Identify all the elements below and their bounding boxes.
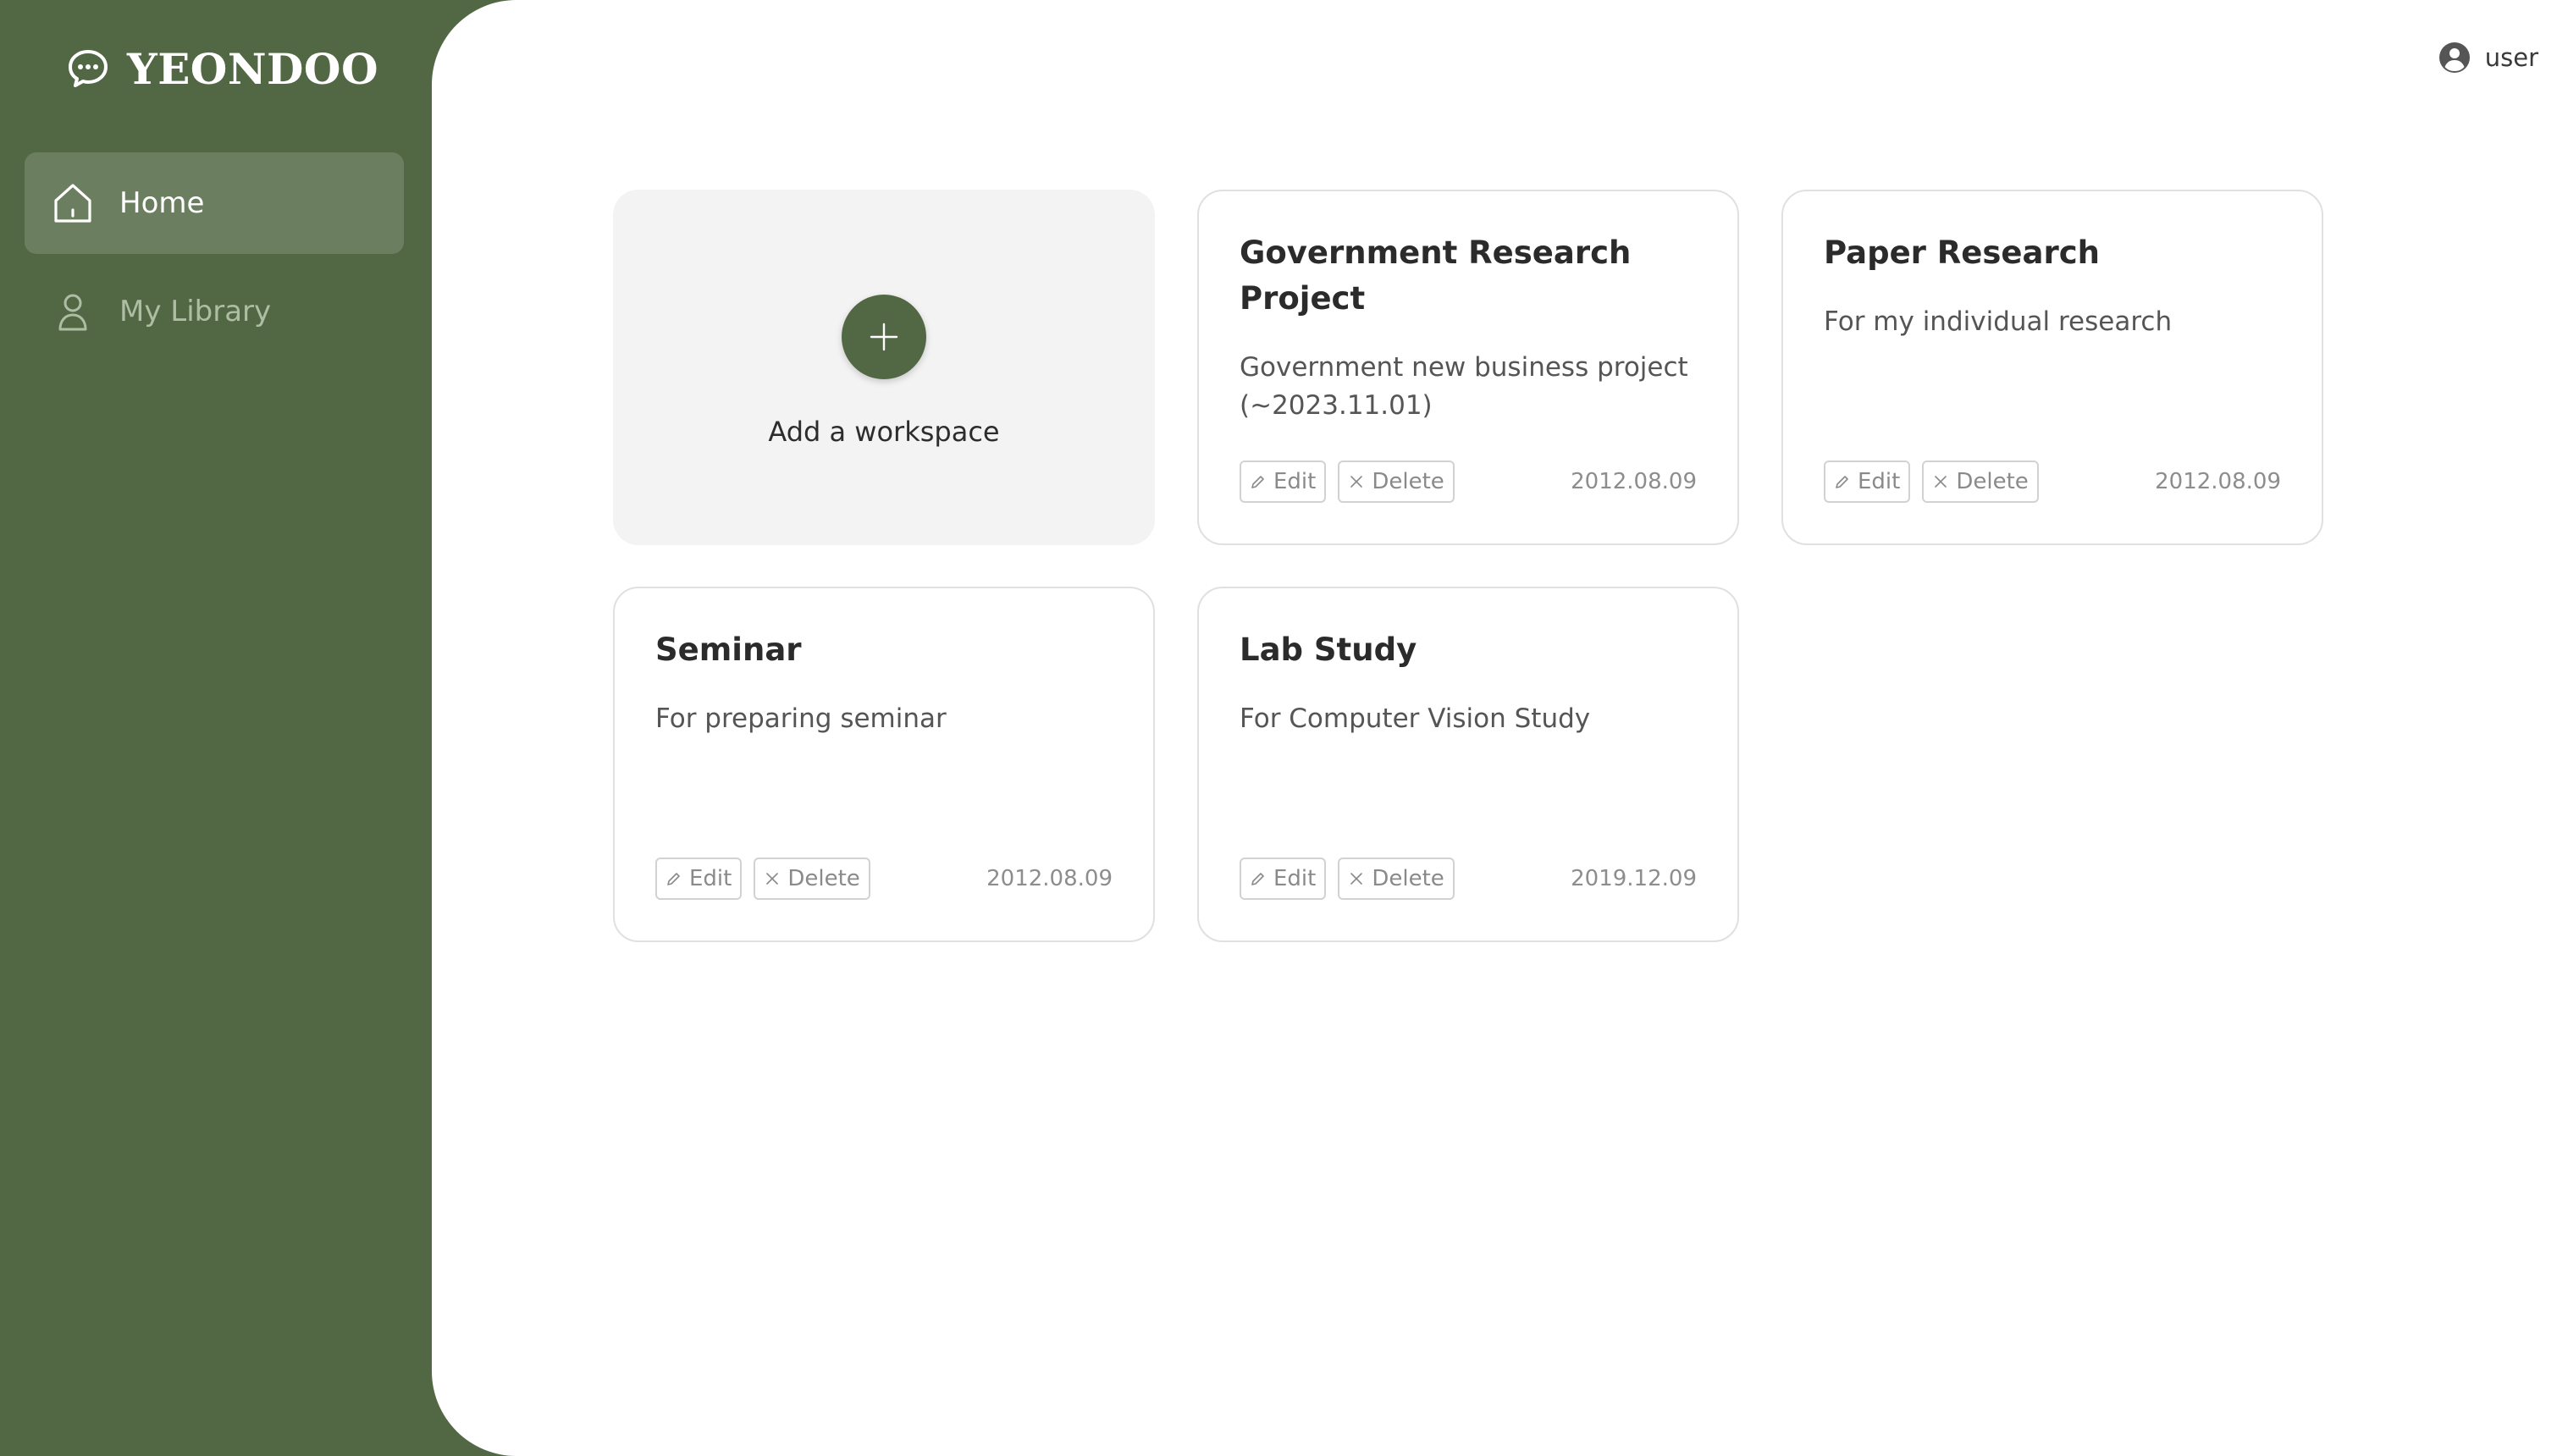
workspace-description: For preparing seminar — [655, 703, 947, 734]
workspace-title: Paper Research — [1824, 234, 2100, 271]
chat-bubble-icon — [69, 50, 108, 87]
edit-button[interactable]: Edit — [1240, 858, 1327, 900]
close-icon — [1350, 873, 1363, 885]
workspace-actions: Edit Delete — [1240, 461, 1466, 503]
edit-button[interactable]: Edit — [655, 858, 743, 900]
workspace-title: Lab Study — [1240, 631, 1417, 668]
user-name: user — [2484, 43, 2538, 72]
delete-button-label: Delete — [1372, 866, 1444, 891]
brand-logo[interactable]: YEONDOO — [66, 42, 378, 95]
workspace-card[interactable]: Government Research Project Government n… — [1197, 190, 1739, 545]
edit-button-label: Edit — [689, 866, 732, 891]
workspace-title: Government Research Project — [1240, 234, 1632, 317]
sidebar-item-label: My Library — [119, 295, 272, 328]
workspace-card[interactable]: Lab Study For Computer Vision Study Edit… — [1197, 587, 1739, 942]
plus-icon — [870, 323, 898, 351]
workspace-description: For Computer Vision Study — [1240, 703, 1591, 734]
person-icon — [58, 294, 87, 331]
sidebar-item-home[interactable]: Home — [25, 152, 404, 254]
workspace-date: 2012.08.09 — [1571, 469, 1697, 494]
workspace-description: For my individual research — [1824, 306, 2173, 337]
workspace-card[interactable]: Paper Research For my individual researc… — [1781, 190, 2323, 545]
pencil-icon — [667, 873, 680, 885]
pencil-icon — [1251, 476, 1264, 488]
edit-button-label: Edit — [1858, 469, 1901, 494]
workspace-card[interactable]: Seminar For preparing seminar Edit Delet… — [613, 587, 1155, 942]
add-workspace-button[interactable] — [842, 295, 926, 379]
home-icon — [54, 184, 91, 223]
delete-button-label: Delete — [1956, 469, 2029, 494]
edit-button-label: Edit — [1273, 866, 1317, 891]
close-icon — [766, 873, 779, 885]
delete-button[interactable]: Delete — [1338, 858, 1455, 900]
sidebar-item-label: Home — [119, 186, 205, 220]
main-panel: user Add a workspace Government Research… — [432, 0, 2557, 1456]
workspace-actions: Edit Delete — [1240, 858, 1466, 900]
workspace-actions: Edit Delete — [655, 858, 882, 900]
close-icon — [1935, 476, 1947, 488]
pencil-icon — [1251, 873, 1264, 885]
delete-button[interactable]: Delete — [754, 858, 870, 900]
add-workspace-label: Add a workspace — [768, 416, 1000, 448]
sidebar-item-my-library[interactable]: My Library — [25, 261, 404, 362]
delete-button[interactable]: Delete — [1338, 461, 1455, 503]
user-circle-icon — [2438, 42, 2470, 73]
workspace-date: 2012.08.09 — [2155, 469, 2281, 494]
edit-button[interactable]: Edit — [1824, 461, 1911, 503]
add-workspace-card[interactable]: Add a workspace — [613, 190, 1155, 545]
workspace-title: Seminar — [655, 631, 802, 668]
workspace-actions: Edit Delete — [1824, 461, 2051, 503]
workspace-date: 2019.12.09 — [1571, 866, 1697, 891]
workspace-date: 2012.08.09 — [986, 866, 1113, 891]
brand-name: YEONDOO — [127, 43, 379, 94]
user-menu[interactable]: user — [2438, 41, 2538, 74]
edit-button[interactable]: Edit — [1240, 461, 1327, 503]
close-icon — [1350, 476, 1363, 488]
workspace-description: Government new business project (~2023.1… — [1240, 352, 1688, 421]
sidebar: YEONDOO Home My Library — [0, 0, 432, 1456]
delete-button-label: Delete — [787, 866, 860, 891]
delete-button-label: Delete — [1372, 469, 1444, 494]
edit-button-label: Edit — [1273, 469, 1317, 494]
pencil-icon — [1836, 476, 1848, 488]
delete-button[interactable]: Delete — [1922, 461, 2039, 503]
